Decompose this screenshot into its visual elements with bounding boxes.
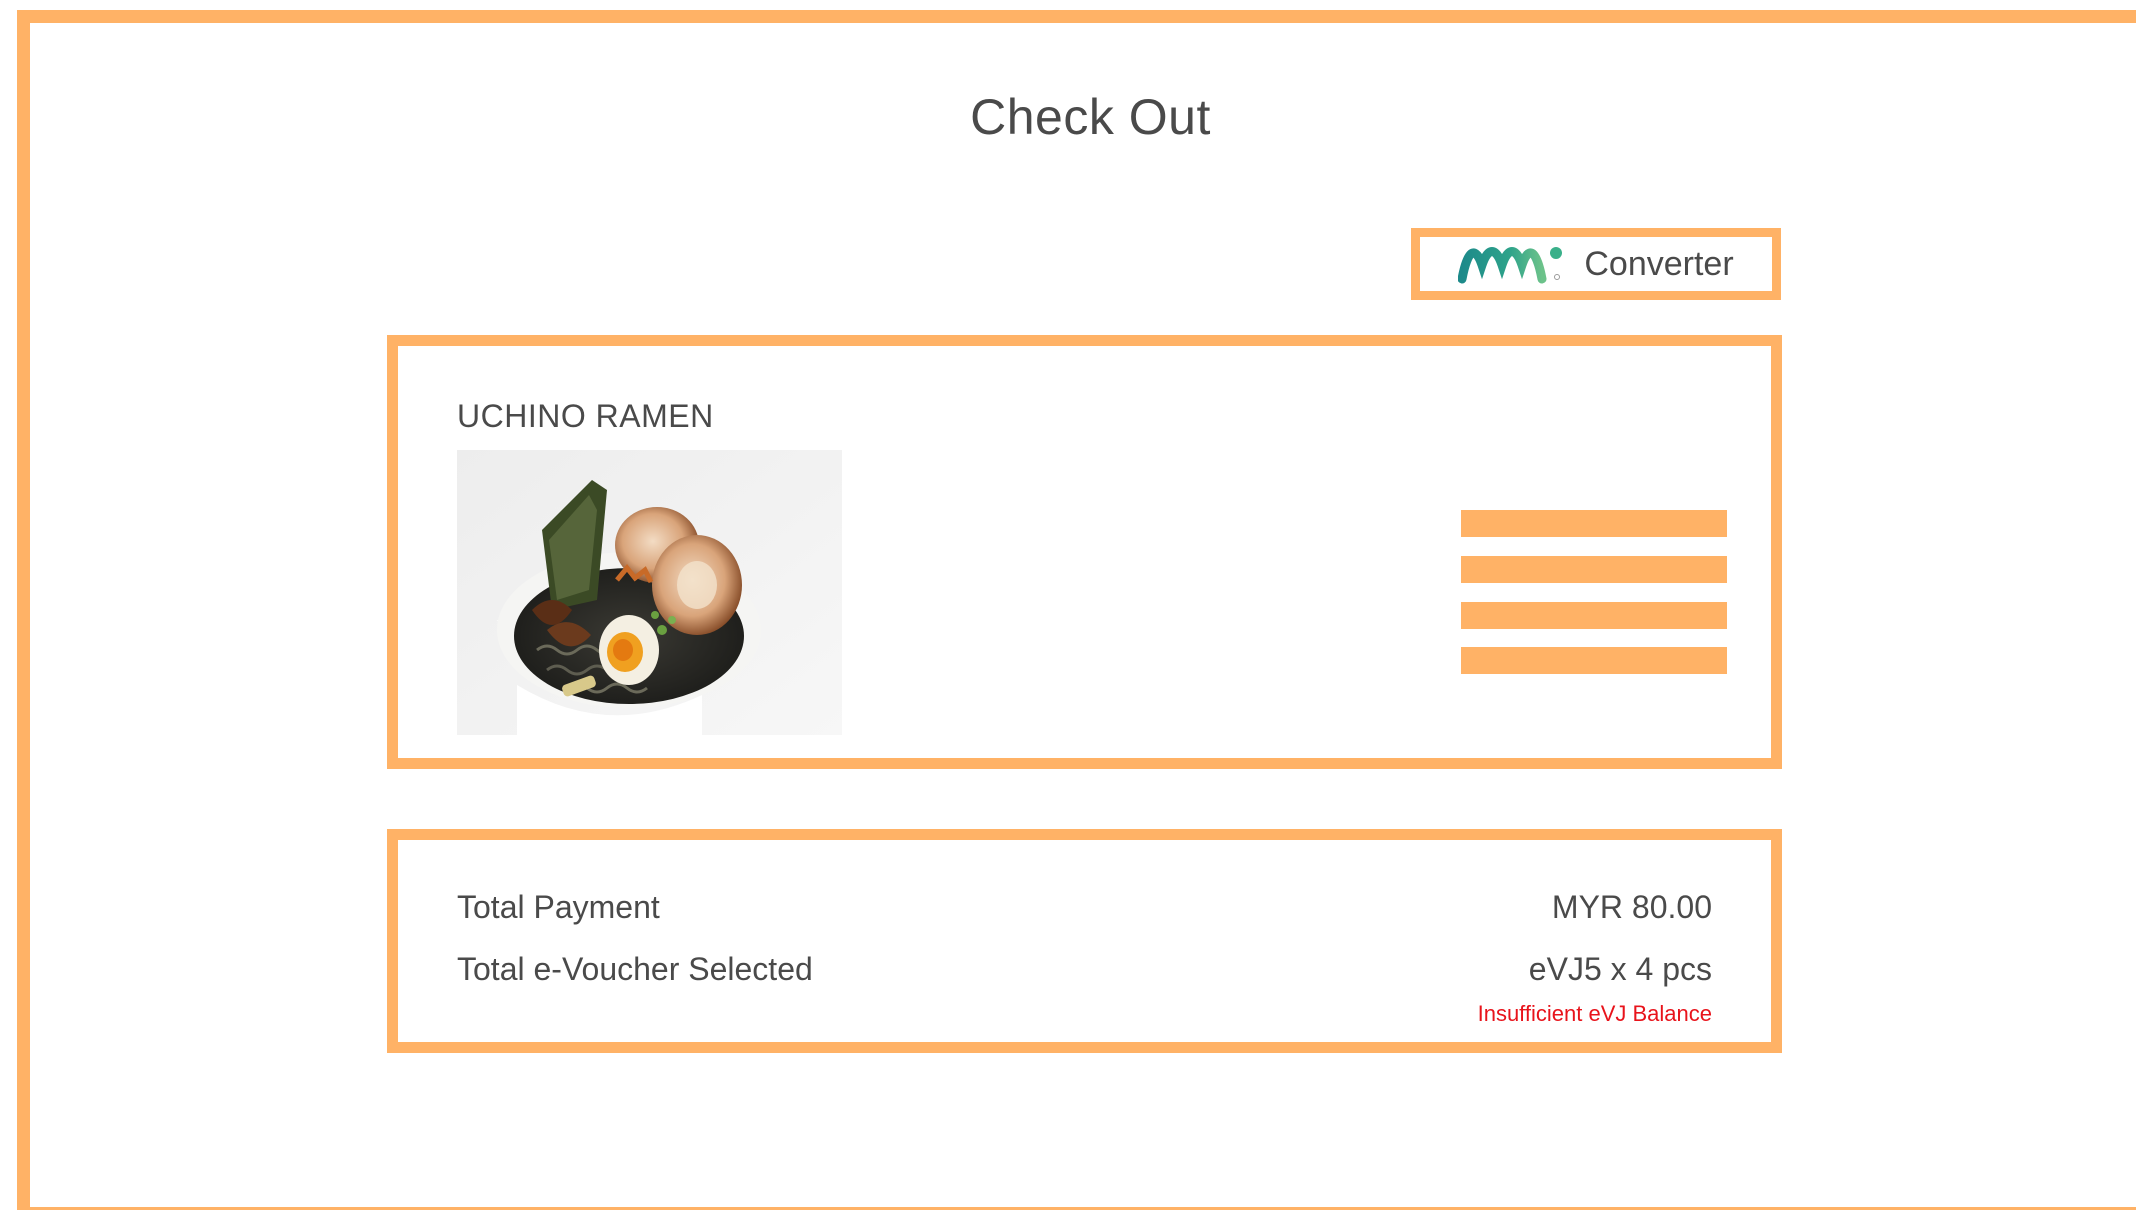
mm-logo-icon: [1458, 247, 1563, 284]
item-name: UCHINO RAMEN: [457, 398, 714, 434]
hamburger-menu-icon[interactable]: [1461, 510, 1727, 676]
voucher-label: Total e-Voucher Selected: [457, 951, 813, 987]
page-title: Check Out: [970, 89, 1211, 145]
total-payment-value: MYR 80.00: [1551, 889, 1712, 925]
menu-bar: [1461, 602, 1727, 629]
menu-bar: [1461, 556, 1727, 583]
item-card: UCHINO RAMEN: [387, 335, 1782, 769]
payment-summary-card: Total Payment MYR 80.00 Total e-Voucher …: [387, 829, 1782, 1053]
voucher-value: eVJ5 x 4 pcs: [1528, 951, 1712, 987]
converter-button[interactable]: Converter: [1411, 228, 1781, 300]
total-payment-label: Total Payment: [457, 889, 660, 925]
insufficient-balance-warning: Insufficient eVJ Balance: [1477, 1001, 1712, 1026]
menu-bar: [1461, 647, 1727, 674]
ramen-bowl-image: [457, 450, 842, 735]
menu-bar: [1461, 510, 1727, 537]
converter-label: Converter: [1584, 244, 1734, 283]
